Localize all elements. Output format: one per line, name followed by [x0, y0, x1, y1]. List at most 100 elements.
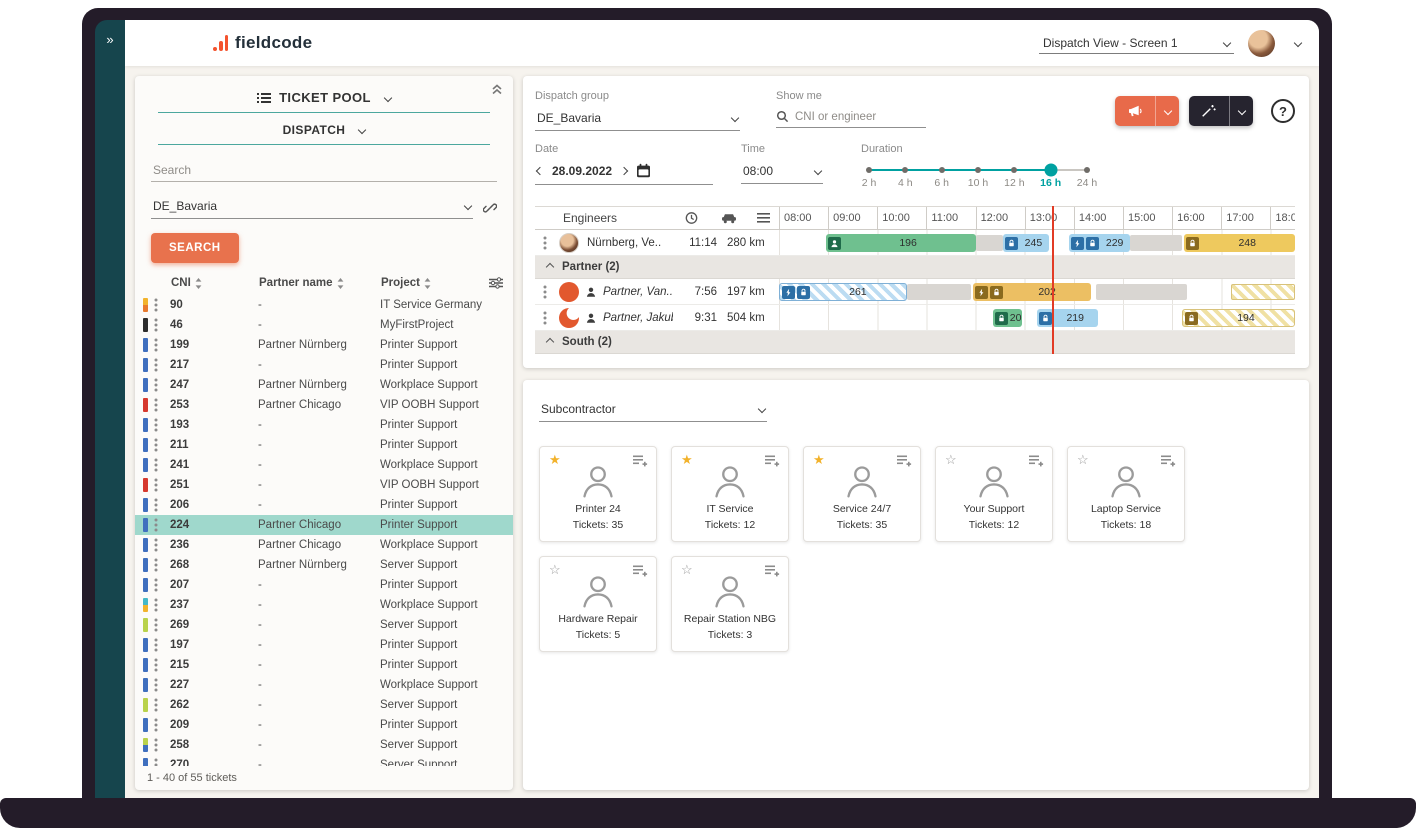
ticket-row[interactable]: 224Partner ChicagoPrinter Support [135, 515, 513, 535]
ticket-row[interactable]: 237-Workplace Support [135, 595, 513, 615]
dispatch-mode-selector[interactable]: DISPATCH [135, 123, 513, 137]
ticket-menu-icon[interactable] [154, 318, 170, 332]
favorite-star-icon[interactable]: ★ [681, 453, 693, 466]
timeline-section-header[interactable]: South (2) [535, 331, 1295, 354]
next-day-button[interactable] [620, 166, 628, 174]
duration-stop[interactable] [902, 167, 908, 173]
subcontractor-card[interactable]: ★Printer 24Tickets: 35 [539, 446, 657, 542]
assign-list-icon[interactable] [633, 455, 648, 467]
megaphone-icon[interactable] [1115, 96, 1155, 126]
duration-option[interactable]: 10 h [968, 177, 988, 189]
ticket-menu-icon[interactable] [154, 478, 170, 492]
user-avatar[interactable] [1248, 30, 1275, 57]
duration-option[interactable]: 12 h [1004, 177, 1024, 189]
timeline-section-header[interactable]: Partner (2) [535, 256, 1295, 279]
subcontractor-select[interactable]: Subcontractor [539, 400, 767, 422]
duration-option[interactable]: 24 h [1077, 177, 1097, 189]
calendar-icon[interactable] [636, 163, 651, 178]
expand-panel-icon[interactable]: » [106, 32, 113, 802]
ticket-row[interactable]: 90-IT Service Germany [135, 295, 513, 315]
ticket-row[interactable]: 251-VIP OOBH Support [135, 475, 513, 495]
ticket-row[interactable]: 269-Server Support [135, 615, 513, 635]
dispatch-group-select[interactable]: DE_Bavaria [535, 109, 740, 131]
duration-stop-selected[interactable] [1044, 164, 1057, 177]
schedule-block[interactable]: 202 [973, 283, 1091, 301]
ticket-menu-icon[interactable] [154, 518, 170, 532]
assign-list-icon[interactable] [633, 565, 648, 577]
timeline-track[interactable]: 196 245 229 248 [779, 230, 1295, 255]
ticket-menu-icon[interactable] [154, 358, 170, 372]
ticket-row[interactable]: 268Partner NürnbergServer Support [135, 555, 513, 575]
duration-option[interactable]: 16 h [1040, 177, 1061, 189]
schedule-block[interactable]: 229 [1069, 234, 1130, 252]
ticket-menu-icon[interactable] [154, 538, 170, 552]
ticket-row[interactable]: 227-Workplace Support [135, 675, 513, 695]
announce-dropdown-arrow[interactable] [1155, 96, 1179, 126]
column-header-project[interactable]: Project [381, 277, 489, 289]
ticket-menu-icon[interactable] [154, 398, 170, 412]
show-me-input[interactable] [795, 111, 911, 123]
ticket-row[interactable]: 217-Printer Support [135, 355, 513, 375]
ticket-menu-icon[interactable] [154, 498, 170, 512]
ticket-menu-icon[interactable] [154, 458, 170, 472]
subcontractor-card[interactable]: ☆Repair Station NBGTickets: 3 [671, 556, 789, 652]
ticket-menu-icon[interactable] [154, 698, 170, 712]
ticket-menu-icon[interactable] [154, 758, 170, 766]
ticket-row[interactable]: 199Partner NürnbergPrinter Support [135, 335, 513, 355]
row-menu-icon[interactable] [543, 236, 547, 250]
column-header-partner[interactable]: Partner name [259, 277, 381, 289]
ticket-row[interactable]: 46-MyFirstProject [135, 315, 513, 335]
duration-stop[interactable] [866, 167, 872, 173]
ticket-menu-icon[interactable] [154, 298, 170, 312]
auto-dispatch-dropdown-arrow[interactable] [1229, 96, 1253, 126]
filter-columns-icon[interactable] [489, 277, 503, 289]
ticket-row[interactable]: 258-Server Support [135, 735, 513, 755]
ticket-group-select[interactable]: DE_Bavaria [151, 196, 473, 219]
ticket-menu-icon[interactable] [154, 658, 170, 672]
ticket-menu-icon[interactable] [154, 558, 170, 572]
ticket-row[interactable]: 236Partner ChicagoWorkplace Support [135, 535, 513, 555]
schedule-block[interactable]: 194 [1182, 309, 1295, 327]
ticket-menu-icon[interactable] [154, 738, 170, 752]
subcontractor-card[interactable]: ☆Laptop ServiceTickets: 18 [1067, 446, 1185, 542]
assign-list-icon[interactable] [1029, 455, 1044, 467]
date-value[interactable]: 28.09.2022 [552, 164, 612, 178]
ticket-menu-icon[interactable] [154, 618, 170, 632]
subcontractor-card[interactable]: ★Service 24/7Tickets: 35 [803, 446, 921, 542]
ticket-menu-icon[interactable] [154, 438, 170, 452]
time-select[interactable]: 08:00 [741, 162, 823, 184]
ticket-menu-icon[interactable] [154, 638, 170, 652]
ticket-row[interactable]: 241-Workplace Support [135, 455, 513, 475]
previous-day-button[interactable] [536, 166, 544, 174]
schedule-block[interactable]: 245 [1003, 234, 1050, 252]
schedule-block[interactable]: 196 [826, 234, 976, 252]
auto-dispatch-split-button[interactable] [1189, 96, 1253, 126]
duration-option[interactable]: 6 h [934, 177, 949, 189]
subcontractor-card[interactable]: ☆Hardware RepairTickets: 5 [539, 556, 657, 652]
ticket-menu-icon[interactable] [154, 598, 170, 612]
schedule-block[interactable]: 248 [1184, 234, 1295, 252]
ticket-row[interactable]: 247Partner NürnbergWorkplace Support [135, 375, 513, 395]
ticket-menu-icon[interactable] [154, 418, 170, 432]
assign-list-icon[interactable] [765, 565, 780, 577]
duration-option[interactable]: 2 h [862, 177, 877, 189]
magic-wand-icon[interactable] [1189, 96, 1229, 126]
help-button[interactable]: ? [1271, 99, 1295, 123]
collapse-rail[interactable]: » [95, 20, 125, 802]
view-selector[interactable]: Dispatch View - Screen 1 [1039, 33, 1234, 54]
assign-list-icon[interactable] [1161, 455, 1176, 467]
search-button[interactable]: SEARCH [151, 233, 239, 263]
duration-stop[interactable] [1084, 167, 1090, 173]
row-menu-icon[interactable] [543, 311, 547, 325]
duration-option[interactable]: 4 h [898, 177, 913, 189]
ticket-row[interactable]: 209-Printer Support [135, 715, 513, 735]
user-menu-chevron-icon[interactable] [1294, 39, 1302, 47]
ticket-row[interactable]: 270-Server Support [135, 755, 513, 766]
duration-slider[interactable]: 2 h4 h6 h10 h12 h16 h24 h [869, 162, 1087, 196]
favorite-star-icon[interactable]: ☆ [549, 563, 561, 576]
duration-stop[interactable] [975, 167, 981, 173]
duration-stop[interactable] [939, 167, 945, 173]
timeline-track[interactable]: 20219194 [779, 305, 1295, 330]
ticket-row[interactable]: 197-Printer Support [135, 635, 513, 655]
ticket-row[interactable]: 206-Printer Support [135, 495, 513, 515]
